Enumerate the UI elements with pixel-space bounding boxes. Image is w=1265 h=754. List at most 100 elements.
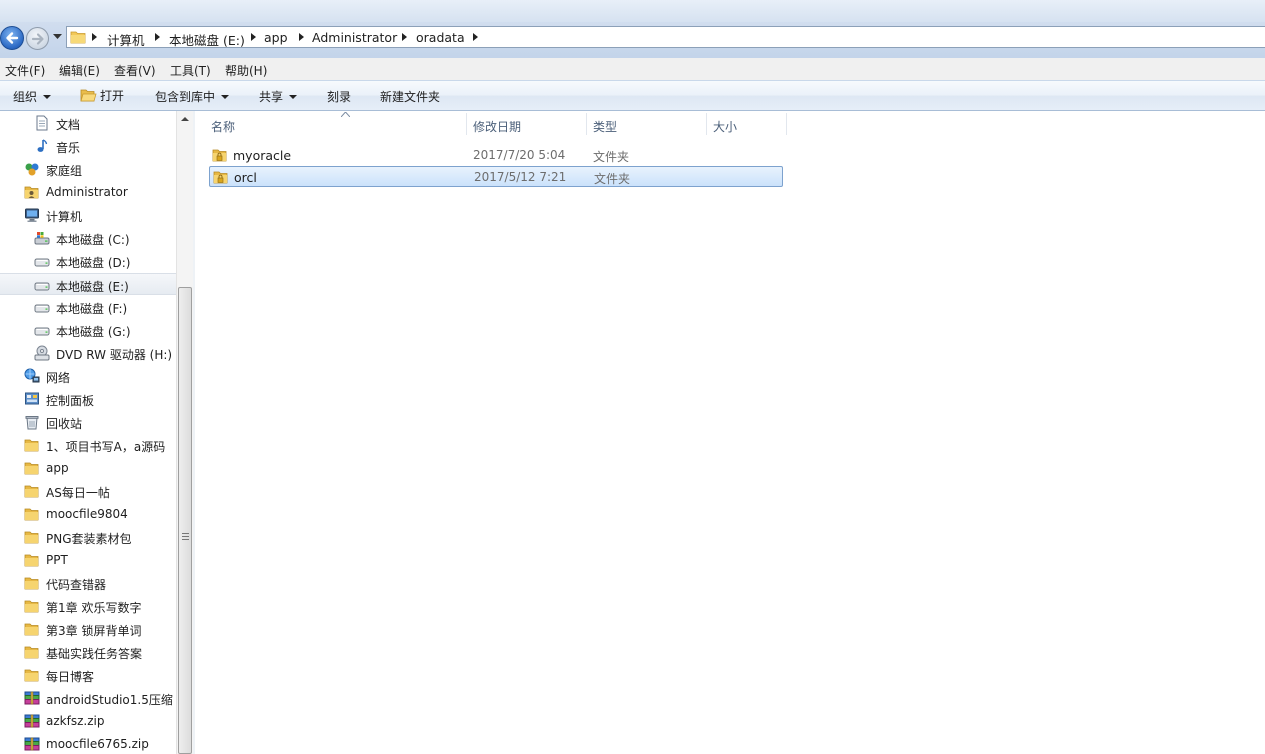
- computer-icon: [24, 207, 40, 223]
- menu-bar: 文件(F) 编辑(E) 查看(V) 工具(T) 帮助(H): [0, 58, 1265, 80]
- nav-item-label: 第3章 锁屏背单词: [46, 624, 142, 638]
- nav-item[interactable]: 家庭组: [0, 158, 176, 180]
- drive-icon: [34, 322, 50, 338]
- nav-item[interactable]: 控制面板: [0, 388, 176, 410]
- nav-item[interactable]: 本地磁盘 (C:): [0, 227, 176, 249]
- homegroup-icon: [24, 161, 40, 177]
- nav-item[interactable]: 本地磁盘 (E:): [0, 273, 176, 295]
- breadcrumb-administrator[interactable]: Administrator: [312, 30, 397, 45]
- file-list: 名称 修改日期 类型 大小 myoracle 2017/7/20 5:04 文件…: [195, 111, 1265, 754]
- nav-item[interactable]: androidStudio1.5压缩: [0, 687, 176, 709]
- dropdown-arrow-icon: [289, 95, 298, 99]
- nav-item-label: androidStudio1.5压缩: [46, 693, 173, 707]
- column-name-label: 名称: [211, 120, 236, 134]
- column-header-type[interactable]: 类型: [587, 111, 706, 135]
- column-type-label: 类型: [593, 120, 618, 134]
- column-header-modified[interactable]: 修改日期: [467, 111, 586, 135]
- include-in-library-label: 包含到库中: [155, 90, 216, 104]
- share-button[interactable]: 共享: [259, 88, 298, 105]
- breadcrumb-computer[interactable]: 计算机: [107, 30, 145, 49]
- nav-item[interactable]: app: [0, 457, 176, 479]
- file-row-myoracle[interactable]: myoracle 2017/7/20 5:04 文件夹: [209, 145, 783, 166]
- nav-item[interactable]: DVD RW 驱动器 (H:): [0, 342, 176, 364]
- address-field[interactable]: 计算机 本地磁盘 (E:) app Administrator oradata: [66, 26, 1265, 48]
- nav-item[interactable]: 每日博客: [0, 664, 176, 686]
- folder-icon: [24, 621, 40, 637]
- chevron-right-icon[interactable]: [155, 33, 160, 41]
- nav-item[interactable]: AS每日一帖: [0, 480, 176, 502]
- nav-item-label: PPT: [46, 553, 68, 567]
- new-folder-button[interactable]: 新建文件夹: [380, 88, 440, 105]
- column-divider[interactable]: [786, 113, 787, 135]
- folder-icon: [24, 644, 40, 660]
- nav-item-label: 本地磁盘 (F:): [56, 302, 128, 316]
- menu-file[interactable]: 文件(F): [5, 62, 45, 79]
- chevron-right-icon[interactable]: [402, 33, 407, 41]
- chevron-right-icon[interactable]: [92, 33, 97, 41]
- column-size-label: 大小: [713, 120, 738, 134]
- file-row-orcl[interactable]: orcl 2017/5/12 7:21 文件夹: [209, 166, 783, 187]
- scrollbar-thumb[interactable]: [178, 287, 192, 754]
- music-icon: [34, 138, 50, 154]
- menu-help[interactable]: 帮助(H): [225, 62, 267, 79]
- include-in-library-button[interactable]: 包含到库中: [155, 88, 230, 105]
- breadcrumb-drive-e[interactable]: 本地磁盘 (E:): [169, 30, 245, 49]
- nav-item-label: 文档: [56, 118, 81, 132]
- breadcrumb-app[interactable]: app: [264, 30, 288, 45]
- column-header-size[interactable]: 大小: [707, 111, 786, 135]
- nav-item[interactable]: PPT: [0, 549, 176, 571]
- menu-view[interactable]: 查看(V): [114, 62, 156, 79]
- nav-item[interactable]: 文档: [0, 112, 176, 134]
- nav-item[interactable]: 计算机: [0, 204, 176, 226]
- nav-item-label: PNG套装素材包: [46, 532, 132, 546]
- forward-button[interactable]: [26, 27, 49, 50]
- nav-item[interactable]: 网络: [0, 365, 176, 387]
- nav-item[interactable]: moocfile9804: [0, 503, 176, 525]
- nav-item[interactable]: 本地磁盘 (F:): [0, 296, 176, 318]
- chevron-right-icon[interactable]: [299, 33, 304, 41]
- nav-item[interactable]: PNG套装素材包: [0, 526, 176, 548]
- nav-item[interactable]: 1、项目书写A，a源码: [0, 434, 176, 456]
- file-modified: 2017/7/20 5:04: [473, 148, 566, 162]
- archive-icon: [24, 736, 40, 752]
- address-bar-area: 计算机 本地磁盘 (E:) app Administrator oradata: [0, 0, 1265, 58]
- open-button[interactable]: 打开: [80, 87, 124, 104]
- nav-item-label: 家庭组: [46, 164, 83, 178]
- column-header-name[interactable]: 名称: [205, 111, 467, 135]
- nav-item[interactable]: azkfsz.zip: [0, 710, 176, 732]
- nav-item-label: moocfile9804: [46, 507, 128, 521]
- new-folder-label: 新建文件夹: [380, 90, 441, 104]
- locked-folder-icon: [212, 149, 227, 162]
- organize-button[interactable]: 组织: [13, 88, 52, 105]
- grip-line: [182, 536, 189, 537]
- nav-item-label: azkfsz.zip: [46, 714, 105, 728]
- menu-tools[interactable]: 工具(T): [170, 62, 211, 79]
- organize-label: 组织: [13, 90, 38, 104]
- nav-item[interactable]: 回收站: [0, 411, 176, 433]
- nav-item[interactable]: moocfile6765.zip: [0, 733, 176, 754]
- nav-item[interactable]: Administrator: [0, 181, 176, 203]
- file-type: 文件夹: [593, 150, 630, 164]
- network-icon: [24, 368, 40, 384]
- nav-item[interactable]: 本地磁盘 (G:): [0, 319, 176, 341]
- back-button[interactable]: [0, 26, 24, 50]
- nav-item[interactable]: 基础实践任务答案: [0, 641, 176, 663]
- recent-pages-dropdown-icon[interactable]: [53, 34, 62, 40]
- chevron-right-icon[interactable]: [251, 33, 256, 41]
- nav-item[interactable]: 本地磁盘 (D:): [0, 250, 176, 272]
- chevron-right-icon[interactable]: [473, 33, 478, 41]
- nav-item-label: 每日博客: [46, 670, 95, 684]
- nav-item[interactable]: 代码查错器: [0, 572, 176, 594]
- navigation-scrollbar[interactable]: [176, 111, 193, 754]
- drive-icon: [34, 277, 50, 293]
- burn-button[interactable]: 刻录: [327, 88, 351, 105]
- scroll-up-arrow-icon[interactable]: [177, 111, 193, 128]
- nav-item[interactable]: 第1章 欢乐写数字: [0, 595, 176, 617]
- nav-item[interactable]: 音乐: [0, 135, 176, 157]
- nav-item-label: 代码查错器: [46, 578, 107, 592]
- nav-item-label: Administrator: [46, 185, 128, 199]
- nav-item[interactable]: 第3章 锁屏背单词: [0, 618, 176, 640]
- breadcrumb-oradata[interactable]: oradata: [416, 30, 465, 45]
- menu-edit[interactable]: 编辑(E): [59, 62, 100, 79]
- user-folder-icon: [24, 184, 40, 200]
